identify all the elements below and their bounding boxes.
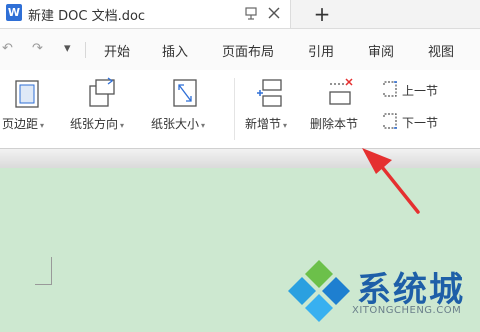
watermark-subtitle: XITONGCHENG.COM [352, 305, 462, 316]
watermark-title: 系统城 [357, 270, 465, 310]
xitongcheng-logo-icon [288, 260, 350, 322]
